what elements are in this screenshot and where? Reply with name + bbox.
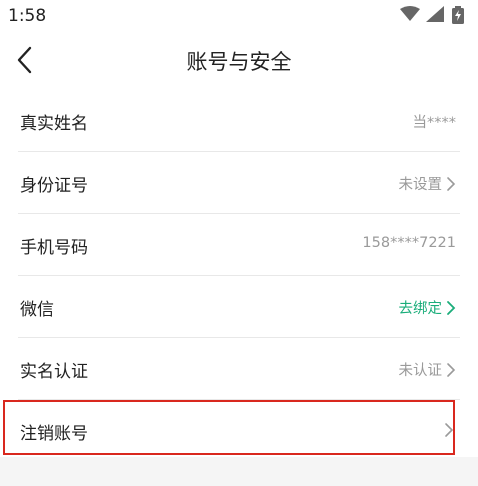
row-value: 未认证 bbox=[399, 359, 457, 380]
row-value: 158****7221 bbox=[362, 235, 456, 251]
wifi-icon bbox=[400, 6, 420, 21]
status-time: 1:58 bbox=[8, 6, 47, 26]
chevron-right-icon bbox=[447, 176, 456, 191]
status-bar: 1:58 bbox=[0, 0, 478, 30]
row-phone[interactable]: 手机号码 158****7221 bbox=[18, 214, 460, 276]
row-id-number[interactable]: 身份证号 未设置 bbox=[18, 152, 460, 214]
row-wechat[interactable]: 微信 去绑定 bbox=[18, 276, 460, 338]
real-name-value: 当**** bbox=[412, 115, 457, 131]
chevron-right-icon bbox=[447, 362, 456, 377]
row-real-name[interactable]: 真实姓名 当**** bbox=[18, 90, 460, 152]
verification-value: 未认证 bbox=[398, 363, 443, 379]
row-value: 未设置 bbox=[399, 173, 457, 194]
row-label: 实名认证 bbox=[20, 362, 88, 382]
row-value[interactable]: 去绑定 bbox=[399, 297, 457, 318]
battery-charging-icon bbox=[452, 6, 464, 24]
row-label: 真实姓名 bbox=[20, 114, 88, 134]
page-title: 账号与安全 bbox=[186, 50, 292, 74]
row-label: 手机号码 bbox=[20, 238, 88, 258]
id-number-value: 未设置 bbox=[398, 177, 443, 193]
bottom-area bbox=[0, 457, 478, 486]
row-verification[interactable]: 实名认证 未认证 bbox=[18, 338, 460, 400]
row-label: 身份证号 bbox=[20, 176, 88, 196]
settings-list: 真实姓名 当**** 身份证号 未设置 手机号码 158****7221 微信 … bbox=[0, 90, 478, 461]
row-label: 注销账号 bbox=[20, 424, 88, 444]
row-label: 微信 bbox=[20, 300, 54, 320]
status-icons bbox=[400, 6, 466, 24]
chevron-right-icon bbox=[447, 300, 456, 315]
phone-value: 158****7221 bbox=[362, 235, 456, 251]
row-value: 当**** bbox=[413, 111, 457, 132]
wechat-bind-link[interactable]: 去绑定 bbox=[399, 297, 443, 318]
cell-signal-icon bbox=[426, 6, 444, 22]
chevron-right-icon bbox=[445, 423, 454, 437]
row-cancel-account[interactable]: 注销账号 bbox=[18, 400, 460, 461]
nav-bar: 账号与安全 bbox=[0, 30, 478, 90]
